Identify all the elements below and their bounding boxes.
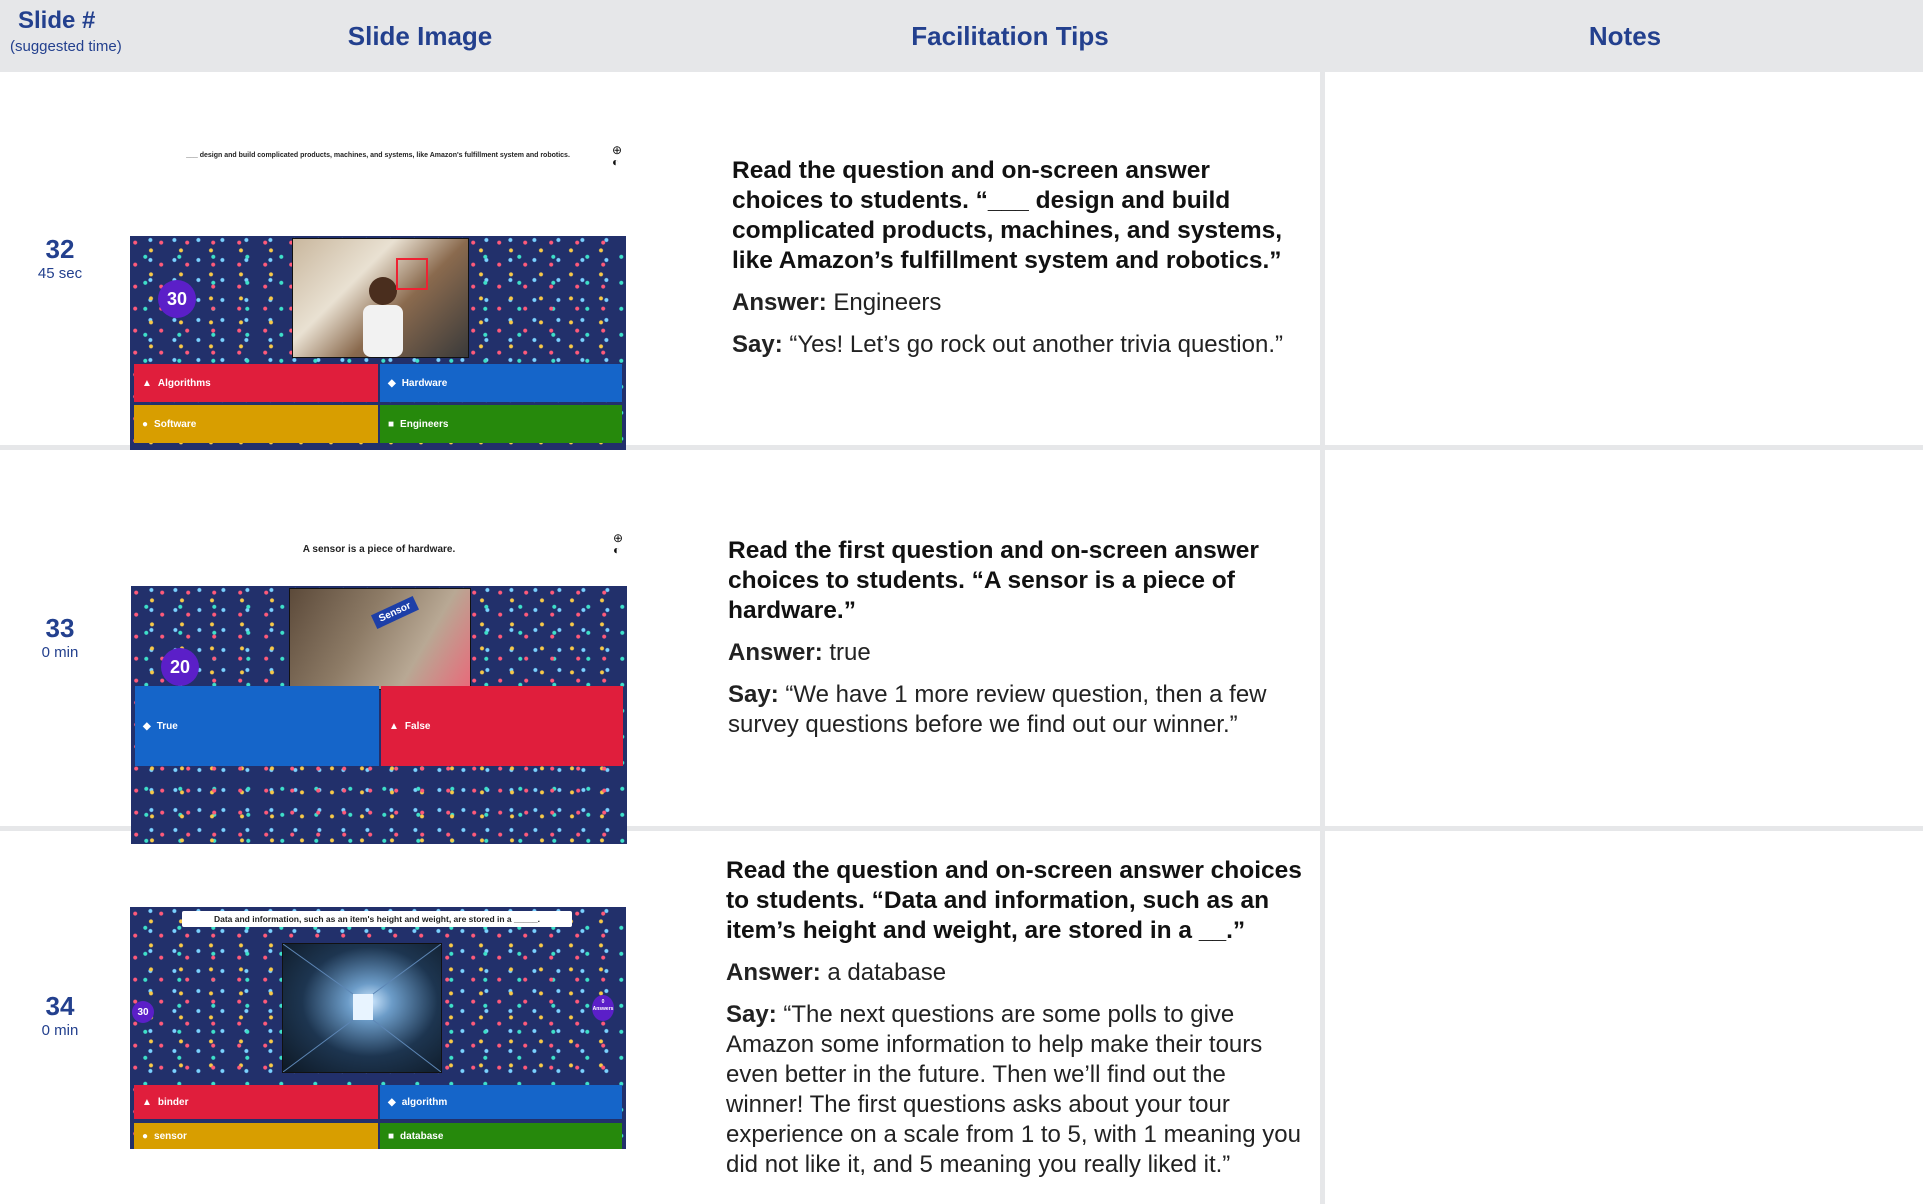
slide-number-cell: 33 0 min xyxy=(20,613,100,663)
slide-photo xyxy=(282,943,442,1073)
slide-number: 33 xyxy=(45,613,75,643)
diamond-icon: ◆ xyxy=(388,1096,396,1108)
say-text: “The next questions are some polls to gi… xyxy=(726,1001,1301,1178)
answers-word: Answers xyxy=(592,1006,614,1012)
triangle-icon: ▲ xyxy=(389,720,399,732)
header-slide-sublabel: (suggested time) xyxy=(10,38,122,55)
header-tips-column: Facilitation Tips xyxy=(860,0,1160,72)
photo-label: Sensor xyxy=(370,596,419,629)
answer-option: ◆ Hardware xyxy=(380,364,622,402)
timer-badge: 30 xyxy=(132,1001,154,1023)
circle-icon: ● xyxy=(142,418,149,430)
timer-badge: 20 xyxy=(161,648,199,686)
circle-icon: ● xyxy=(142,1130,149,1142)
say-text: “Yes! Let’s go rock out another trivia q… xyxy=(782,331,1283,358)
answer-option: ▲ Algorithms xyxy=(134,364,378,402)
suggested-time: 45 sec xyxy=(37,265,83,282)
tip-answer: Answer: Engineers xyxy=(732,288,1304,318)
slide-thumbnail: ___ design and build complicated product… xyxy=(130,140,626,452)
facilitation-tips: Read the question and on-screen answer c… xyxy=(726,856,1306,1192)
tip-answer: Answer: true xyxy=(728,638,1300,668)
answer-label: database xyxy=(400,1130,444,1142)
header-tips-label: Facilitation Tips xyxy=(911,20,1109,51)
answer-option: ■ Engineers xyxy=(380,405,622,443)
header-image-column: Slide Image xyxy=(290,0,550,72)
server-room-photo-icon xyxy=(283,944,441,1072)
tip-say: Say: “Yes! Let’s go rock out another tri… xyxy=(732,330,1304,360)
facilitation-tips: Read the question and on-screen answer c… xyxy=(732,156,1304,372)
slide-question: ___ design and build complicated product… xyxy=(186,151,570,159)
table-row-33: 33 0 min A sensor is a piece of hardware… xyxy=(0,450,1923,844)
answer-label: True xyxy=(156,720,178,732)
say-label: Say: xyxy=(726,1001,777,1028)
answer-label: algorithm xyxy=(401,1096,448,1108)
answers-counter: 0 Answers xyxy=(592,995,614,1021)
slide-thumbnail: A sensor is a piece of hardware. ⊕ ◐ 20 S… xyxy=(131,528,627,844)
answers-count: 0 xyxy=(601,999,605,1005)
table-header: Slide # (suggested time) Slide Image Fac… xyxy=(0,0,1923,72)
answer-label: Answer: xyxy=(732,289,827,316)
suggested-time: 0 min xyxy=(41,644,79,661)
tip-answer: Answer: a database xyxy=(726,958,1306,988)
say-label: Say: xyxy=(728,681,779,708)
answer-label: binder xyxy=(157,1096,189,1108)
slide-controls-icon: ⊕ ◐ xyxy=(611,143,622,169)
facilitation-tips: Read the first question and on-screen an… xyxy=(728,536,1300,752)
answer-option: ◆ True xyxy=(135,686,379,766)
slide-question: Data and information, such as an item's … xyxy=(182,911,572,927)
engineer-photo-icon xyxy=(363,258,428,357)
answer-label: Algorithms xyxy=(157,377,211,389)
table-row-32: 32 45 sec ___ design and build complicat… xyxy=(0,72,1923,452)
slide-photo xyxy=(292,238,469,358)
tip-say: Say: “We have 1 more review question, th… xyxy=(728,680,1300,740)
header-image-label: Slide Image xyxy=(347,20,493,51)
answer-option: ▲ False xyxy=(381,686,623,766)
answer-text: true xyxy=(822,639,871,666)
tip-say: Say: “The next questions are some polls … xyxy=(726,1000,1306,1180)
answer-label: Software xyxy=(154,418,197,430)
table-row-34: 34 0 min Data and information, such as a… xyxy=(0,831,1923,1204)
header-slide-label: Slide # xyxy=(18,7,96,34)
slide-question: A sensor is a piece of hardware. xyxy=(302,543,456,555)
answer-text: Engineers xyxy=(826,289,942,316)
header-notes-column: Notes xyxy=(1500,0,1750,72)
timer-badge: 30 xyxy=(158,280,196,318)
say-label: Say: xyxy=(732,331,783,358)
slide-photo: Sensor xyxy=(289,588,471,690)
answer-option: ● sensor xyxy=(134,1123,378,1149)
answer-option: ▲ binder xyxy=(134,1085,378,1119)
header-notes-label: Notes xyxy=(1588,20,1662,51)
slide-number: 34 xyxy=(45,991,75,1021)
triangle-icon: ▲ xyxy=(142,1096,152,1108)
slide-thumbnail: Data and information, such as an item's … xyxy=(130,907,626,1149)
answer-label: Hardware xyxy=(401,377,448,389)
tip-lead: Read the first question and on-screen an… xyxy=(728,537,1259,624)
tip-lead: Read the question and on-screen answer c… xyxy=(732,157,1283,274)
square-icon: ■ xyxy=(388,1130,395,1142)
square-icon: ■ xyxy=(388,418,395,430)
diamond-icon: ◆ xyxy=(388,377,396,389)
slide-number: 32 xyxy=(45,234,75,264)
answer-label: Answer: xyxy=(728,639,823,666)
answer-label: False xyxy=(404,720,431,732)
diamond-icon: ◆ xyxy=(143,720,151,732)
triangle-icon: ▲ xyxy=(142,377,152,389)
answer-label: Answer: xyxy=(726,959,821,986)
header-slide-column: Slide # (suggested time) xyxy=(10,6,122,78)
tip-lead: Read the question and on-screen answer c… xyxy=(726,857,1302,944)
answer-label: sensor xyxy=(154,1130,187,1142)
slide-controls-icon: ⊕ ◐ xyxy=(612,531,623,557)
answer-option: ◆ algorithm xyxy=(380,1085,622,1119)
slide-number-cell: 34 0 min xyxy=(20,991,100,1041)
slide-number-cell: 32 45 sec xyxy=(20,234,100,284)
say-text: “We have 1 more review question, then a … xyxy=(728,681,1267,738)
answer-option: ■ database xyxy=(380,1123,622,1149)
answer-label: Engineers xyxy=(400,418,449,430)
answer-option: ● Software xyxy=(134,405,378,443)
answer-text: a database xyxy=(820,959,947,986)
suggested-time: 0 min xyxy=(41,1022,79,1039)
